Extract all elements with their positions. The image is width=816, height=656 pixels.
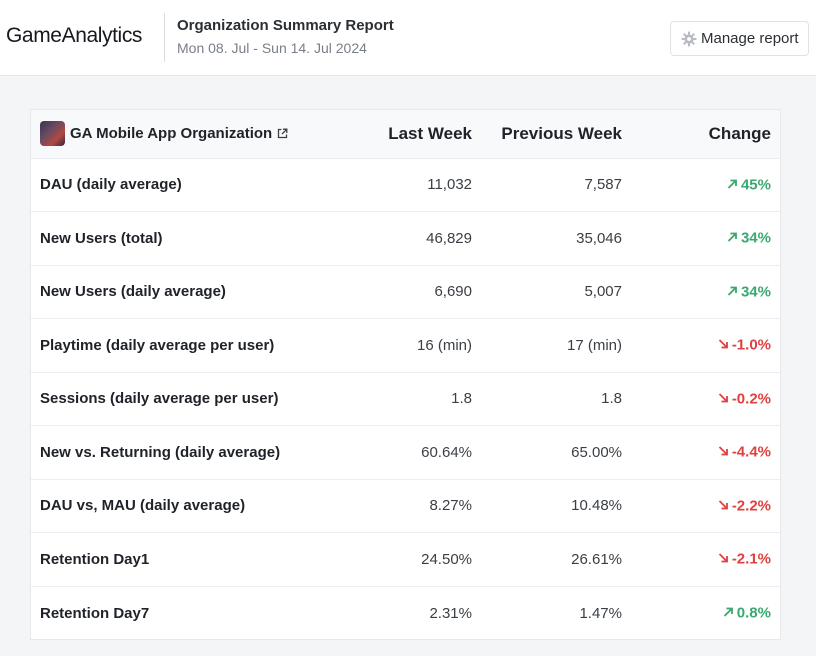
col-header-change: Change: [708, 123, 771, 143]
change-text: -2.2%: [731, 497, 771, 515]
change-text: -1.0%: [731, 336, 771, 354]
metric-label: DAU (daily average): [40, 176, 182, 194]
change-value: -2.2%: [718, 497, 771, 514]
change-value: -4.4%: [718, 444, 771, 461]
summary-table: GA Mobile App Organization Last Week Pre…: [31, 110, 780, 640]
arrow-up-right-icon: [727, 283, 738, 300]
table-row: New vs. Returning (daily average) 60.64% 6…: [31, 425, 780, 480]
previous-week-value: 1.47% 0.8%: [480, 586, 780, 640]
table-row: New Users (daily average) 6,690 5,007 34%: [31, 265, 780, 319]
table-row: Retention Day7 2.31% 1.47% 0.8%: [31, 586, 780, 640]
change-value: 34%: [727, 230, 771, 247]
org-avatar: [40, 121, 65, 147]
previous-week-value: 65.00% -4.4%: [480, 426, 780, 480]
last-week-value: 2.31%: [429, 604, 472, 622]
change-value: 45%: [727, 176, 771, 193]
manage-report-label: Manage report: [701, 30, 799, 47]
previous-week-text: 65.00%: [571, 443, 622, 461]
change-text: 34%: [740, 229, 771, 247]
change-value: -2.1%: [718, 551, 771, 568]
change-text: -0.2%: [731, 390, 771, 408]
table-row: DAU (daily average) 11,032 7,587 45%: [31, 158, 780, 212]
metric-label: New Users (daily average): [40, 283, 226, 301]
arrow-down-right-icon: [718, 497, 729, 514]
previous-week-text: 10.48%: [571, 497, 622, 515]
last-week-value: 11,032: [427, 176, 472, 194]
previous-week-value: 5,007 34%: [480, 265, 780, 319]
previous-week-text: 1.8: [601, 390, 622, 408]
arrow-down-right-icon: [718, 551, 729, 568]
org-header-cell: GA Mobile App Organization: [31, 110, 376, 158]
arrow-up-right-icon: [727, 176, 738, 193]
metric-label: New Users (total): [40, 229, 163, 247]
change-text: -4.4%: [731, 443, 771, 461]
table-row: Playtime (daily average per user) 16 (min…: [31, 318, 780, 373]
metric-label: Sessions (daily average per user): [40, 390, 279, 408]
report-date-range: Mon 08. Jul - Sun 14. Jul 2024: [177, 40, 367, 56]
previous-week-text: 35,046: [576, 229, 622, 247]
previous-week-text: 26.61%: [571, 550, 622, 568]
last-week-value: 60.64%: [421, 443, 472, 461]
change-text: 34%: [740, 283, 771, 301]
previous-week-text: 17 (min): [566, 336, 622, 354]
table-header-row: GA Mobile App Organization Last Week Pre…: [31, 110, 780, 158]
last-week-value: 16 (min): [416, 336, 472, 354]
last-week-value: 8.27%: [429, 497, 472, 515]
arrow-up-right-icon: [723, 605, 734, 622]
arrow-down-right-icon: [718, 337, 729, 354]
external-link-icon[interactable]: [277, 128, 288, 139]
table-row: Sessions (daily average per user) 1.8 1.8 -…: [31, 372, 780, 426]
change-value: -1.0%: [718, 337, 771, 354]
change-value: 0.8%: [723, 605, 771, 622]
last-week-value: 24.50%: [421, 550, 472, 568]
gear-icon: [681, 31, 697, 47]
previous-week-value: 1.8 -0.2%: [480, 372, 780, 426]
last-week-value: 1.8: [451, 390, 472, 408]
metric-label: Playtime (daily average per user): [40, 336, 275, 354]
previous-week-text: 7,587: [584, 176, 622, 194]
metric-label: DAU vs, MAU (daily average): [40, 497, 246, 515]
previous-week-value: 7,587 45%: [480, 158, 780, 212]
change-value: 34%: [727, 283, 771, 300]
metric-label: New vs. Returning (daily average): [40, 443, 281, 461]
previous-week-text: 1.47%: [579, 604, 622, 622]
col-header-previous-week: Previous Week Change: [501, 123, 771, 143]
gameanalytics-logo[interactable]: GameAnalytics: [6, 24, 142, 48]
last-week-value: 6,690: [434, 283, 472, 301]
table-row: Retention Day1 24.50% 26.61% -2.1%: [31, 532, 780, 587]
summary-card: GA Mobile App Organization Last Week Pre…: [30, 109, 781, 640]
metric-label: Retention Day7: [40, 604, 150, 622]
previous-week-value: 26.61% -2.1%: [480, 533, 780, 587]
arrow-up-right-icon: [727, 230, 738, 247]
manage-report-button[interactable]: Manage report: [670, 21, 809, 56]
header-divider: [164, 13, 165, 62]
metric-label: Retention Day1: [40, 550, 150, 568]
previous-week-value: 17 (min) -1.0%: [480, 319, 780, 373]
top-header: GameAnalytics Organization Summary Repor…: [0, 0, 816, 76]
previous-week-text: 5,007: [584, 283, 622, 301]
previous-week-value: 10.48% -2.2%: [480, 479, 780, 533]
previous-week-value: 35,046 34%: [480, 212, 780, 266]
change-value: -0.2%: [718, 390, 771, 407]
report-title: Organization Summary Report: [177, 17, 394, 34]
change-text: 0.8%: [736, 604, 771, 622]
change-text: 45%: [740, 176, 771, 194]
table-row: DAU vs, MAU (daily average) 8.27% 10.48% -2…: [31, 479, 780, 533]
table-row: New Users (total) 46,829 35,046 34%: [31, 211, 780, 266]
last-week-value: 46,829: [426, 229, 472, 247]
org-name[interactable]: GA Mobile App Organization: [70, 125, 272, 142]
arrow-down-right-icon: [718, 444, 729, 461]
arrow-down-right-icon: [718, 390, 729, 407]
change-text: -2.1%: [731, 550, 771, 568]
col-header-last-week: Last Week: [388, 123, 472, 143]
